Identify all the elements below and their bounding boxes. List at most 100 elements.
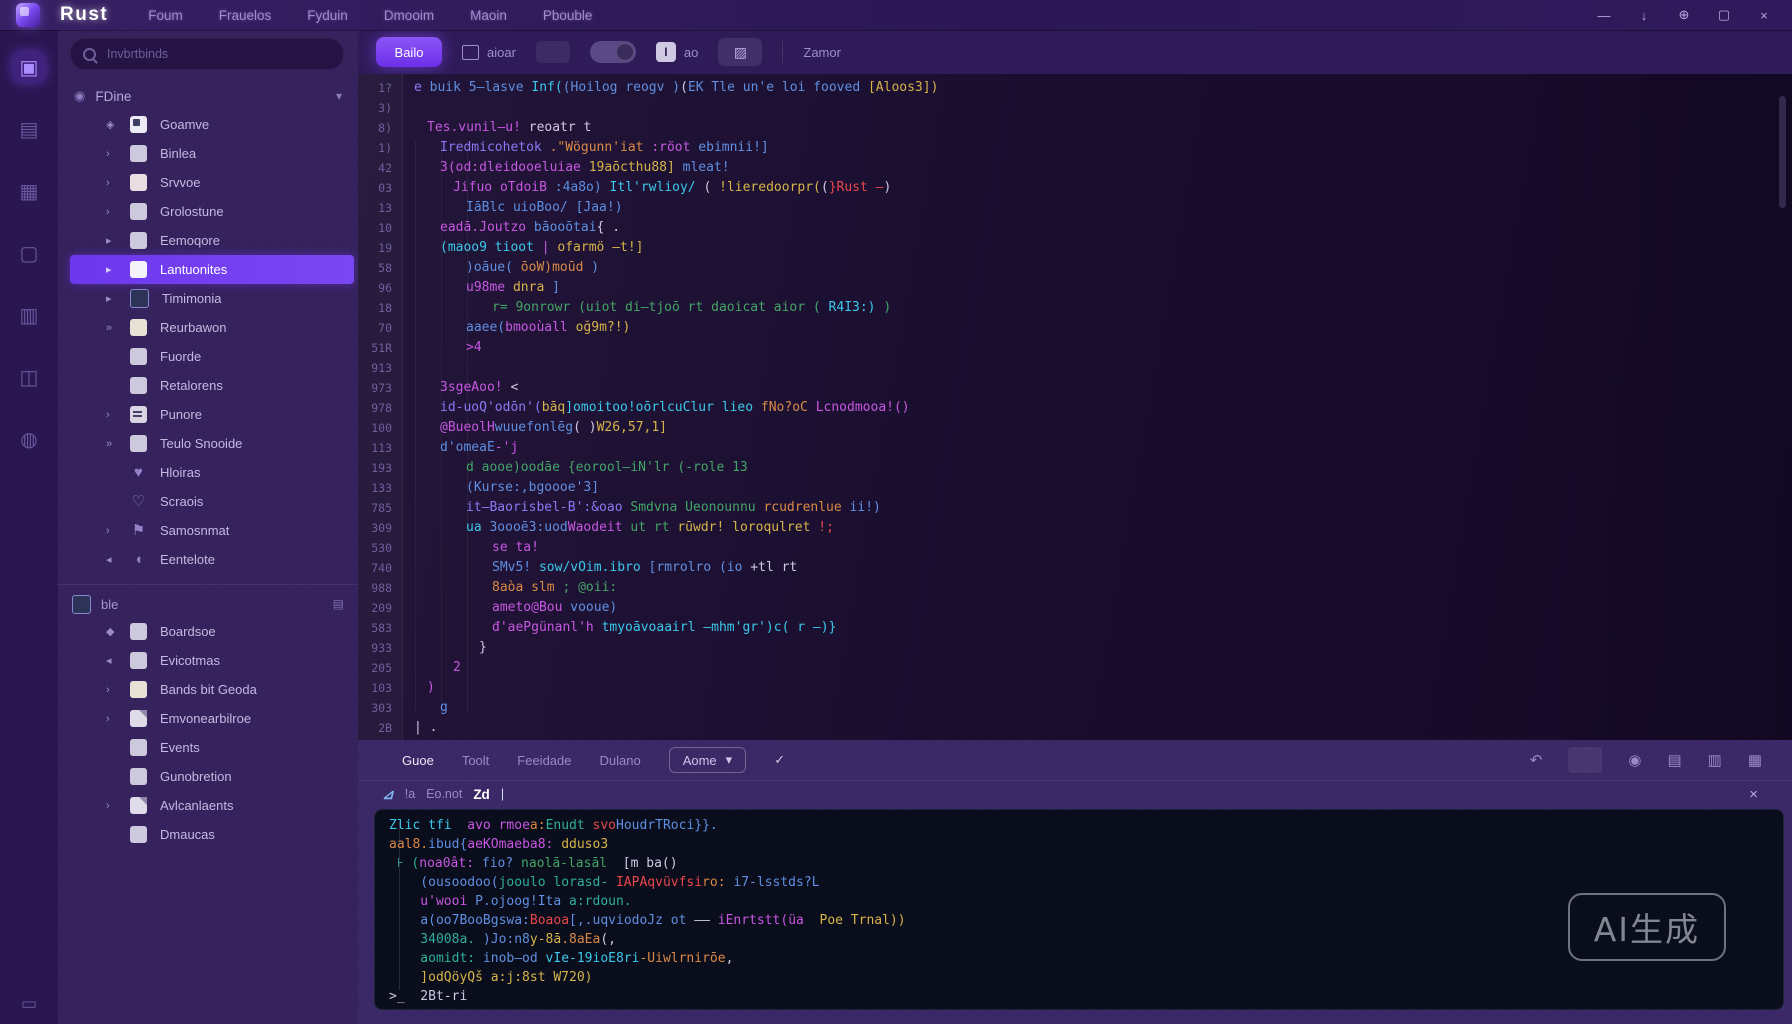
tree-item[interactable]: ◆Boardsoe [70,617,354,646]
tree-item[interactable]: ◂◖Eentelote [70,545,354,574]
code-token: sow/vOim.ibro [539,560,641,575]
tree-item-label: Goamve [160,117,209,132]
expand-arrow-icon[interactable]: ◈ [106,118,130,131]
section2-header[interactable]: ble ▤ [58,591,358,617]
packages-icon[interactable]: ▣ [13,52,45,82]
expand-arrow-icon[interactable]: › [106,206,130,218]
list-view-icon[interactable]: ▤ [333,597,344,611]
image-button[interactable]: ▨ [718,38,762,66]
archive-icon[interactable]: ▦ [13,176,45,206]
expand-arrow-icon[interactable]: › [106,409,130,421]
run-button[interactable]: Bailo [376,37,442,67]
minimize-button[interactable]: — [1596,8,1612,23]
expand-arrow-icon[interactable]: ▸ [106,263,130,276]
menu-item[interactable]: Frauelos [219,8,272,23]
tree-item[interactable]: ▸Timimonia [70,284,354,313]
panel-tab[interactable]: Guoe [402,753,434,768]
tree-item[interactable]: ›Srvvoe [70,168,354,197]
tree-item[interactable]: ♡Scraois [70,487,354,516]
tree-item[interactable]: Gunobretion [70,762,354,791]
tree-item[interactable]: ›Punore [70,400,354,429]
expand-arrow-icon[interactable]: ◂ [106,654,130,667]
tree-item[interactable]: Events [70,733,354,762]
terminal-prompt[interactable]: >_ 2Bt-ri [389,987,1769,1006]
panel-icon[interactable]: ▦ [1748,751,1762,769]
menu-item[interactable]: Fyduin [307,8,348,23]
output-dropdown[interactable]: Aome ▾ [669,747,747,773]
expand-arrow-icon[interactable]: » [106,438,130,450]
expand-arrow-icon[interactable]: › [106,148,130,160]
tree-item[interactable]: › Emvonearbilroe [70,704,354,733]
menu-item[interactable]: Maoin [470,8,507,23]
tree-item[interactable]: ›⚑Samosnmat [70,516,354,545]
terminal-icon[interactable]: ▭ [0,994,58,1014]
expand-arrow-icon[interactable]: › [106,684,130,696]
expand-arrow-icon[interactable]: ▸ [106,292,130,305]
line-number: 303 [358,698,404,718]
menu-item[interactable]: Dmooim [384,8,434,23]
expand-arrow-icon[interactable]: ◆ [106,625,130,638]
tree-item[interactable]: ›Avlcanlaents [70,791,354,820]
code-line: 193d aooe)oodāe {eorool—iN'lr (-role 13 [358,458,1792,478]
globe-button[interactable]: ⊕ [1676,7,1692,23]
expand-arrow-icon[interactable]: ◂ [106,553,130,566]
panel-tab[interactable]: Feeidade [517,753,571,768]
tree-item[interactable]: ›Bands bit Geoda [70,675,354,704]
files-icon[interactable]: ▢ [13,238,45,268]
mode-toggle[interactable] [590,41,636,63]
line-number: 978 [358,398,404,418]
code-token: a(oo7BooBgswa: [389,913,530,928]
library-icon[interactable]: ▤ [13,114,45,144]
config-control[interactable]: aioar [462,45,516,60]
tree-item[interactable]: Dmaucas [70,820,354,849]
undo-icon[interactable]: ↶ [1530,751,1543,769]
stop-icon[interactable] [1568,747,1602,773]
tree-item[interactable]: ›Grolostune [70,197,354,226]
tree-item[interactable]: ›Binlea [70,139,354,168]
globe-icon[interactable]: ◍ [13,424,45,454]
tree-item[interactable]: »Teulo Snooide [70,429,354,458]
panel-tab[interactable]: Toolt [462,753,489,768]
maximize-button[interactable]: ▢ [1716,7,1732,23]
history-icon[interactable]: ◉ [1628,751,1641,769]
close-button[interactable]: × [1756,8,1772,23]
tree-item[interactable]: ♥Hloiras [70,458,354,487]
ghost-button[interactable] [536,41,570,63]
io-control[interactable]: I ao [656,42,698,62]
expand-arrow-icon[interactable]: › [106,525,130,537]
tree-item-label: Emvonearbilroe [160,711,251,726]
tree-item[interactable]: »Reurbawon [70,313,354,342]
tree-item[interactable]: Retalorens [70,371,354,400]
expand-arrow-icon[interactable]: › [106,713,130,725]
notes-icon[interactable]: ▥ [13,300,45,330]
tree-item[interactable]: Fuorde [70,342,354,371]
file-icon[interactable]: ▥ [1708,751,1722,769]
line-number: 133 [358,478,404,498]
expand-arrow-icon[interactable]: » [106,322,130,334]
zoom-control[interactable]: Zamor [803,45,841,60]
code-editor[interactable]: 1?e buik 5—lasve Inf((Hoilog reogv )(EK … [358,74,1792,740]
search-input[interactable] [105,46,331,62]
chevron-down-icon[interactable]: ▾ [336,89,342,103]
tree-item[interactable]: ◈ Goamve [70,110,354,139]
tools-icon[interactable]: ◫ [13,362,45,392]
tree-item[interactable]: ▸Lantuonites [70,255,354,284]
menu-item[interactable]: Pbouble [543,8,593,23]
expand-arrow-icon[interactable]: › [106,177,130,189]
scrollbar[interactable] [1779,96,1786,208]
folder-icon[interactable]: ▤ [1667,751,1681,769]
search-box[interactable] [70,38,344,70]
panel-tab[interactable]: Dulano [600,753,641,768]
code-token: d'omeaE [440,440,495,455]
menu-item[interactable]: Foum [148,8,183,23]
download-button[interactable]: ↓ [1636,8,1652,23]
terminal-output[interactable]: Zlic tfi avo rmoea:Enudt svoHoudrTRoci}}… [374,809,1784,1010]
code-text [404,358,414,378]
check-icon[interactable]: ✓ [774,752,785,768]
close-icon[interactable]: × [1749,786,1758,803]
tree-item[interactable]: ◂Evicotmas [70,646,354,675]
tree-header[interactable]: ◉ FDine ▾ [58,82,358,110]
expand-arrow-icon[interactable]: › [106,800,130,812]
tree-item[interactable]: ▸Eemoqore [70,226,354,255]
expand-arrow-icon[interactable]: ▸ [106,234,130,247]
